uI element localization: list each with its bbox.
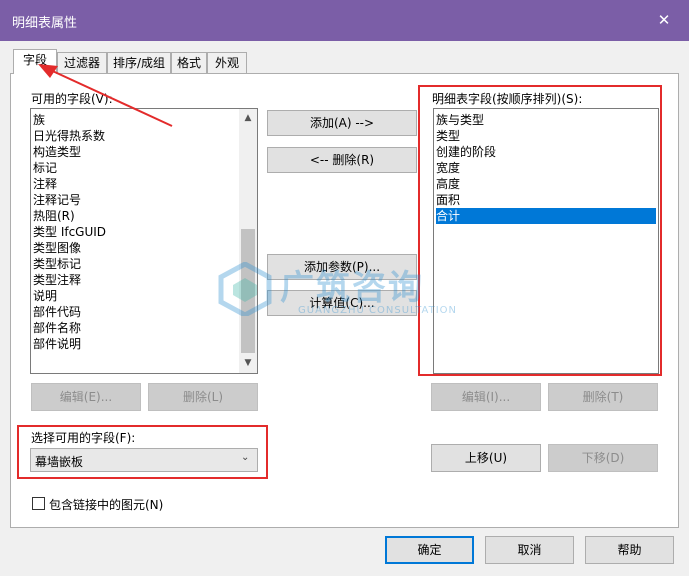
list-item[interactable]: 热阻(R): [33, 208, 75, 224]
move-down-button[interactable]: 下移(D): [548, 444, 658, 472]
cancel-button[interactable]: 取消: [485, 536, 574, 564]
list-item[interactable]: 部件说明: [33, 336, 81, 352]
list-item[interactable]: 类型图像: [33, 240, 81, 256]
annotation-arrow-line: [45, 67, 173, 127]
edit-left-button[interactable]: 编辑(E)...: [31, 383, 141, 411]
remove-field-button[interactable]: <-- 删除(R): [267, 147, 417, 173]
window-title: 明细表属性: [12, 16, 78, 31]
scroll-up-icon[interactable]: ▲: [239, 111, 257, 125]
list-item[interactable]: 类型注释: [33, 272, 81, 288]
scroll-thumb[interactable]: [241, 229, 255, 353]
edit-right-button[interactable]: 编辑(I)...: [431, 383, 541, 411]
list-item[interactable]: 注释: [33, 176, 57, 192]
delete-left-button[interactable]: 删除(L): [148, 383, 258, 411]
list-item[interactable]: 标记: [33, 160, 57, 176]
available-fields-list[interactable]: 族 日光得热系数 构造类型 标记 注释 注释记号 热阻(R) 类型 IfcGUI…: [30, 108, 258, 374]
add-field-button[interactable]: 添加(A) -->: [267, 110, 417, 136]
title-bar: 明细表属性 ✕: [0, 0, 689, 41]
annotation-box-scheduled-fields: [418, 85, 662, 376]
annotation-box-select-fields: [17, 425, 268, 479]
close-icon[interactable]: ✕: [652, 9, 676, 31]
ok-button[interactable]: 确定: [385, 536, 474, 564]
list-item[interactable]: 类型标记: [33, 256, 81, 272]
add-parameter-button[interactable]: 添加参数(P)...: [267, 254, 417, 280]
delete-right-button[interactable]: 删除(T): [548, 383, 658, 411]
list-item[interactable]: 部件名称: [33, 320, 81, 336]
list-item[interactable]: 注释记号: [33, 192, 81, 208]
annotation-arrow-head: [38, 64, 58, 78]
list-item[interactable]: 说明: [33, 288, 57, 304]
scroll-down-icon[interactable]: ▼: [239, 356, 257, 370]
calculated-value-button[interactable]: 计算值(C)...: [267, 290, 417, 316]
list-item[interactable]: 部件代码: [33, 304, 81, 320]
annotation-arrow-icon: [38, 64, 173, 127]
list-item[interactable]: 类型 IfcGUID: [33, 224, 106, 240]
include-links-label: 包含链接中的图元(N): [49, 498, 164, 512]
tab-appearance[interactable]: 外观: [207, 52, 247, 73]
list-item[interactable]: 构造类型: [33, 144, 81, 160]
help-button[interactable]: 帮助: [585, 536, 674, 564]
include-links-checkbox[interactable]: [32, 497, 45, 510]
move-up-button[interactable]: 上移(U): [431, 444, 541, 472]
available-fields-scrollbar[interactable]: ▲ ▼: [239, 109, 257, 373]
